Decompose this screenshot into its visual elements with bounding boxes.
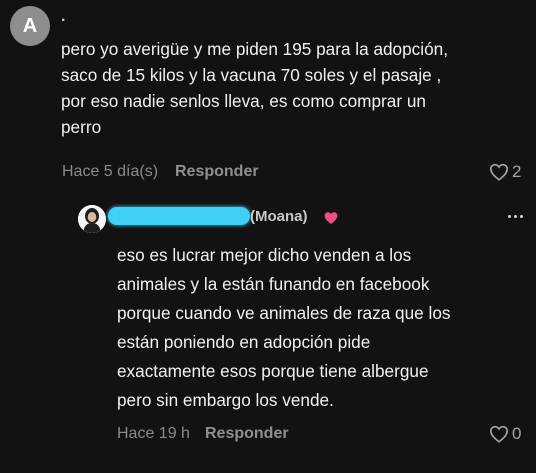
- reply-avatar[interactable]: [78, 205, 106, 233]
- more-dot: [513, 214, 517, 218]
- profile-photo-icon: [78, 205, 106, 233]
- like-count: 0: [512, 424, 522, 443]
- reply-button[interactable]: Responder: [175, 163, 259, 181]
- reply-reply-button[interactable]: Responder: [205, 425, 289, 443]
- reply-like-button[interactable]: 0: [489, 424, 521, 444]
- like-count: 2: [512, 162, 522, 181]
- heart-outline-icon: [489, 163, 509, 181]
- comment-timestamp: Hace 5 día(s): [62, 163, 159, 180]
- reply-text: eso es lucrar mejor dicho venden a los a…: [117, 245, 451, 410]
- comment-text: pero yo averigüe y me piden 195 para la …: [61, 39, 448, 137]
- like-button[interactable]: 2: [489, 162, 521, 182]
- reply-username[interactable]: (Moana): [250, 208, 308, 225]
- more-options-button[interactable]: [504, 208, 526, 224]
- avatar[interactable]: A: [10, 6, 50, 46]
- pink-heart-emoji-icon: [324, 212, 338, 225]
- comment-username[interactable]: .: [61, 8, 65, 26]
- avatar-letter: A: [22, 14, 38, 37]
- more-dot: [507, 214, 511, 218]
- more-dot: [519, 214, 523, 218]
- reply-timestamp: Hace 19 h: [117, 425, 190, 442]
- heart-outline-icon: [489, 425, 509, 443]
- redacted-username: [108, 207, 250, 225]
